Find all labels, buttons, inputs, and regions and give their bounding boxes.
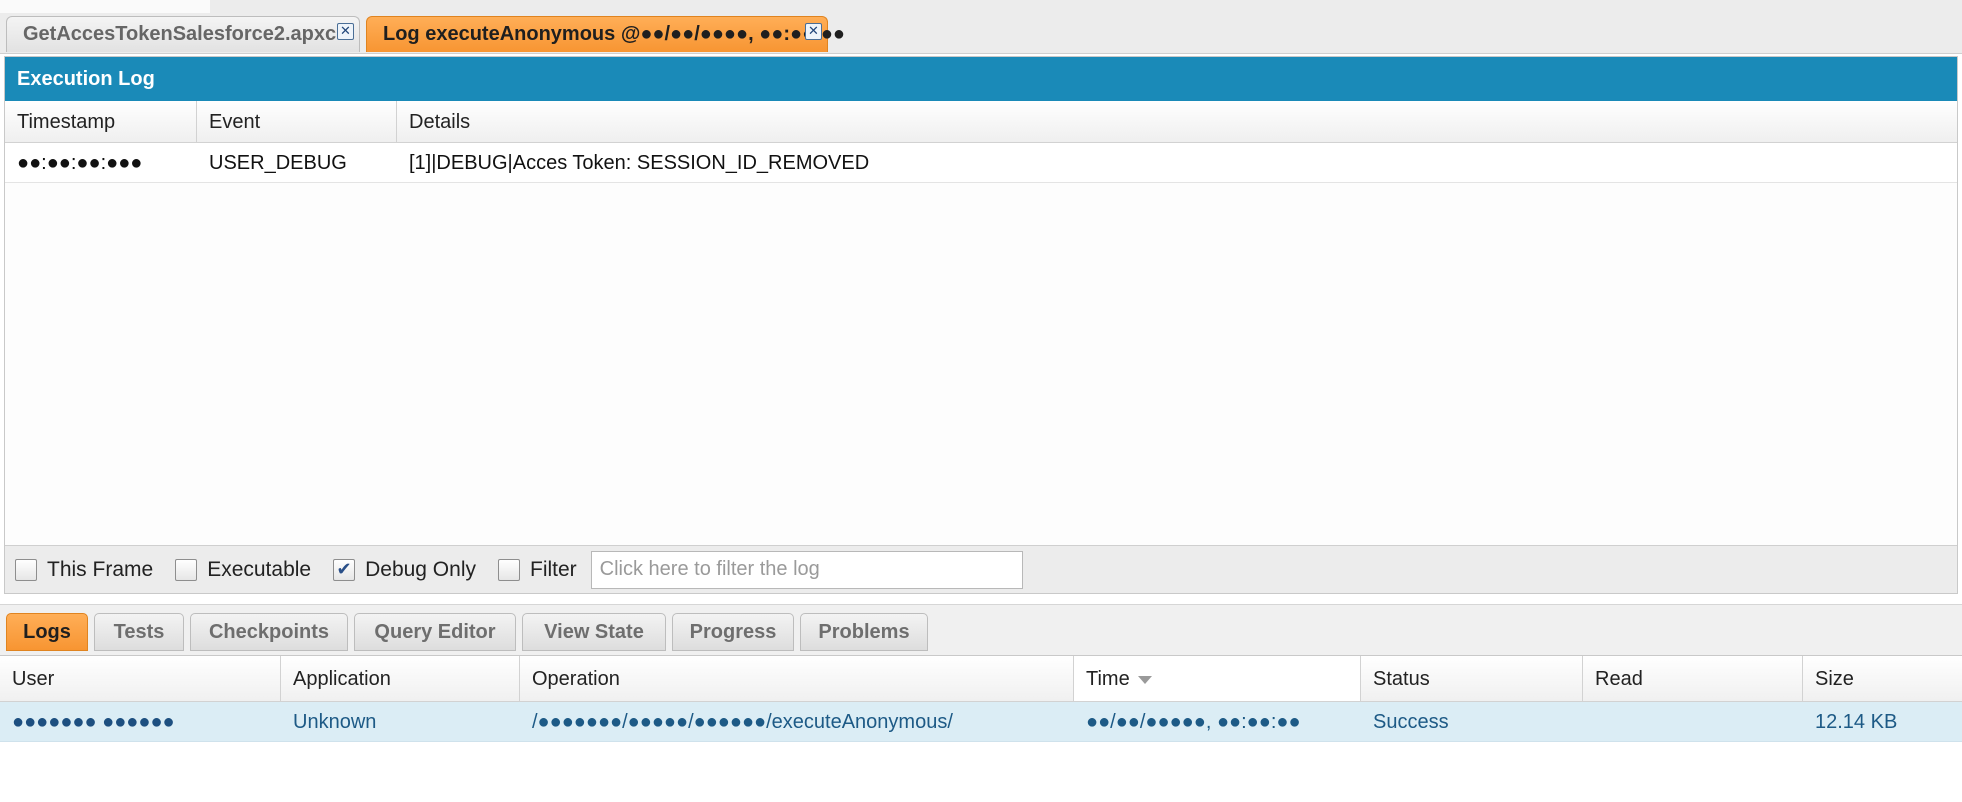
- editor-tab-bar: GetAccesTokenSalesforce2.apxc ✕ Log exec…: [0, 0, 1962, 54]
- cell-details: [1]|DEBUG|Acces Token: SESSION_ID_REMOVE…: [409, 152, 870, 174]
- tab-progress[interactable]: Progress: [672, 613, 794, 651]
- cell-user: ●●●●●●● ●●●●●●: [12, 711, 175, 733]
- sort-descending-icon: [1137, 675, 1152, 684]
- checkbox-label: This Frame: [47, 557, 154, 581]
- logs-table: User Application Operation Time Status R…: [0, 656, 1962, 802]
- logs-table-header: User Application Operation Time Status R…: [0, 656, 1962, 702]
- tab-checkpoints[interactable]: Checkpoints: [190, 613, 348, 651]
- close-tab-icon[interactable]: ✕: [337, 23, 354, 40]
- column-header-user[interactable]: User: [0, 656, 281, 701]
- executable-checkbox[interactable]: Executable: [175, 558, 311, 582]
- table-row[interactable]: ●●:●●:●●:●●● USER_DEBUG [1]|DEBUG|Acces …: [5, 143, 1957, 183]
- execution-log-header: Timestamp Event Details: [5, 101, 1957, 143]
- tab-query-editor[interactable]: Query Editor: [354, 613, 516, 651]
- column-header-operation[interactable]: Operation: [520, 656, 1074, 701]
- column-header-read[interactable]: Read: [1583, 656, 1803, 701]
- cell-size: 12.14 KB: [1815, 711, 1898, 733]
- column-header-label: Time: [1086, 668, 1130, 690]
- checkbox-label: Debug Only: [365, 557, 476, 581]
- column-header-event[interactable]: Event: [197, 101, 397, 142]
- cell-application: Unknown: [293, 711, 377, 733]
- column-header-timestamp[interactable]: Timestamp: [5, 101, 197, 142]
- close-tab-icon[interactable]: ✕: [805, 23, 822, 40]
- tab-problems[interactable]: Problems: [800, 613, 928, 651]
- editor-tab-log[interactable]: Log executeAnonymous @●●/●●/●●●●, ●●:●●:…: [366, 16, 845, 52]
- tab-view-state[interactable]: View State: [522, 613, 666, 651]
- this-frame-checkbox[interactable]: This Frame: [15, 558, 153, 582]
- execution-log-title: Execution Log: [5, 57, 1957, 101]
- editor-tab-label: Log executeAnonymous @●●/●●/●●●●, ●●:●●:…: [383, 23, 845, 45]
- cell-time: ●●/●●/●●●●●, ●●:●●:●●: [1086, 711, 1301, 733]
- bottom-tab-bar: Logs Tests Checkpoints Query Editor View…: [0, 604, 1962, 656]
- cell-status: Success: [1373, 711, 1449, 733]
- checkbox-box[interactable]: [15, 558, 37, 581]
- editor-tab-strip: [0, 0, 210, 13]
- checkbox-label: Executable: [207, 557, 312, 581]
- column-header-time[interactable]: Time: [1074, 656, 1361, 701]
- filter-checkbox[interactable]: Filter: [498, 558, 577, 582]
- checkmark-icon[interactable]: ✔: [333, 558, 356, 581]
- table-row[interactable]: ●●●●●●● ●●●●●● Unknown /●●●●●●●/●●●●●/●●…: [0, 702, 1962, 742]
- cell-operation: /●●●●●●●/●●●●●/●●●●●●/executeAnonymous/: [532, 711, 953, 733]
- checkbox-label: Filter: [530, 557, 577, 581]
- filter-log-input[interactable]: [590, 550, 1023, 589]
- debug-only-checkbox[interactable]: ✔ Debug Only: [333, 558, 476, 582]
- checkbox-box[interactable]: [498, 558, 520, 581]
- editor-tab-apxc[interactable]: GetAccesTokenSalesforce2.apxc ✕: [6, 16, 360, 52]
- cell-event: USER_DEBUG: [209, 152, 347, 174]
- checkbox-box[interactable]: [175, 558, 198, 581]
- execution-log-panel: Execution Log Timestamp Event Details ●●…: [4, 56, 1958, 594]
- cell-timestamp: ●●:●●:●●:●●●: [17, 152, 143, 174]
- cell-read: [1583, 702, 1803, 741]
- editor-tab-label: GetAccesTokenSalesforce2.apxc: [23, 23, 337, 45]
- tab-tests[interactable]: Tests: [94, 613, 184, 651]
- column-header-size[interactable]: Size: [1803, 656, 1962, 701]
- log-filter-bar: This Frame Executable ✔ Debug Only Filte…: [5, 545, 1957, 593]
- column-header-application[interactable]: Application: [281, 656, 520, 701]
- tab-logs[interactable]: Logs: [6, 613, 88, 651]
- column-header-status[interactable]: Status: [1361, 656, 1583, 701]
- column-header-details[interactable]: Details: [397, 101, 1957, 142]
